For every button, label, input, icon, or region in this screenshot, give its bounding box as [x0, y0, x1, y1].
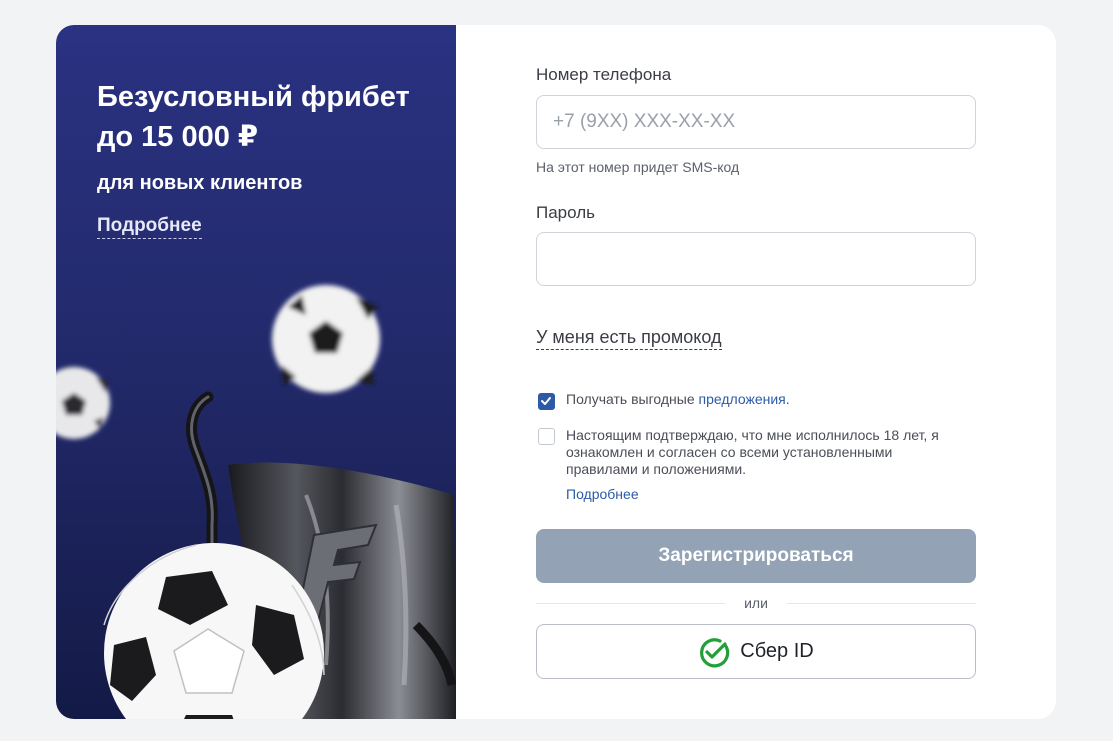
offers-link[interactable]: предложения — [699, 391, 786, 407]
soccer-ball-icon — [56, 367, 110, 439]
or-separator: или — [725, 595, 787, 611]
phone-label: Номер телефона — [536, 65, 672, 84]
password-input[interactable] — [536, 232, 976, 286]
registration-form: Номер телефона На этот номер придет SMS-… — [536, 25, 976, 719]
age-confirm-label: Настоящим подтверждаю, что мне исполнило… — [566, 427, 939, 477]
soccer-ball-icon — [272, 285, 380, 393]
offers-text-suffix: . — [785, 391, 790, 407]
phone-input[interactable] — [536, 95, 976, 149]
offers-checkbox[interactable] — [538, 393, 555, 410]
promo-more-link[interactable]: Подробнее — [97, 215, 202, 239]
sber-id-label: Сбер ID — [740, 640, 814, 662]
phone-hint: На этот номер придет SMS-код — [536, 159, 740, 175]
sber-id-button[interactable]: Сбер ID — [536, 624, 976, 679]
age-confirm-checkbox[interactable] — [538, 428, 555, 445]
promo-panel: Безусловный фрибет до 15 000 ₽ для новых… — [56, 25, 456, 719]
sber-logo-icon — [700, 637, 730, 667]
promo-title: Безусловный фрибет до 15 000 ₽ — [97, 81, 410, 153]
promo-code-link[interactable]: У меня есть промокод — [536, 327, 722, 350]
registration-card: Безусловный фрибет до 15 000 ₽ для новых… — [56, 25, 1056, 719]
password-label: Пароль — [536, 203, 595, 222]
offers-checkbox-label: Получать выгодные предложения. — [566, 391, 790, 408]
terms-more-link[interactable]: Подробнее — [566, 486, 639, 503]
check-icon — [541, 397, 551, 405]
promo-subtitle: для новых клиентов — [97, 172, 303, 194]
register-button[interactable]: Зарегистрироваться — [536, 529, 976, 583]
offers-text: Получать выгодные — [566, 391, 699, 407]
